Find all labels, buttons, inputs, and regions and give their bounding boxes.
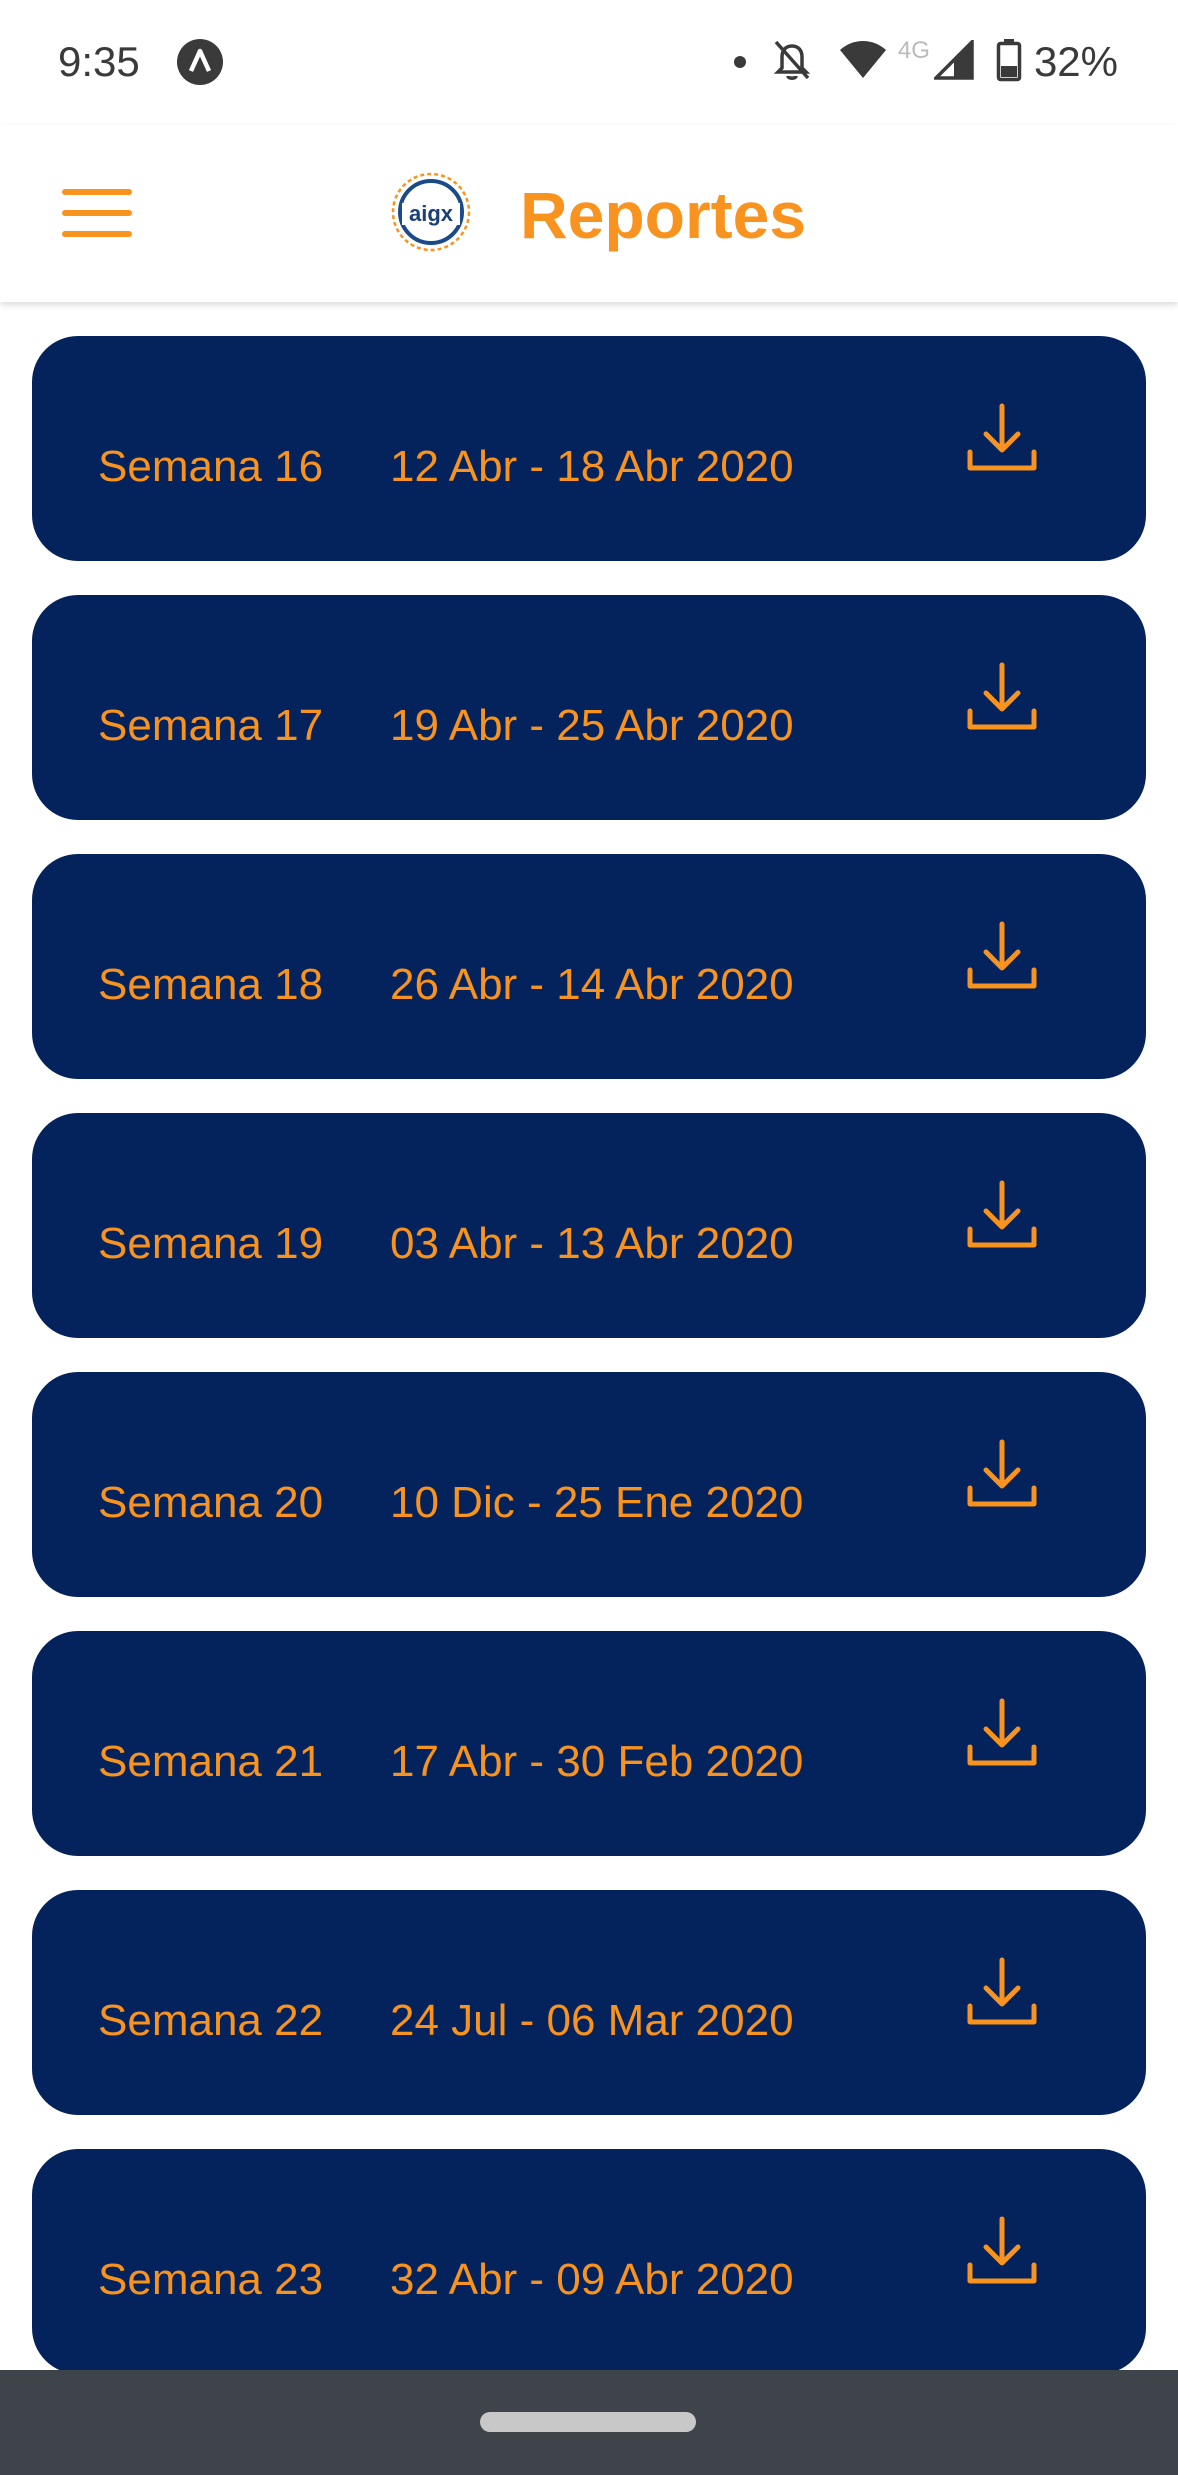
- signal-icon: [931, 37, 974, 85]
- week-date-range: 17 Abr - 30 Feb 2020: [390, 1736, 804, 1786]
- home-gesture-handle[interactable]: [480, 2412, 696, 2432]
- week-label: Semana 23: [98, 2254, 324, 2304]
- download-icon[interactable]: [964, 1438, 1040, 1514]
- download-icon[interactable]: [964, 1697, 1040, 1773]
- status-time: 9:35: [58, 38, 140, 85]
- download-icon[interactable]: [964, 1179, 1040, 1255]
- week-date-range: 10 Dic - 25 Ene 2020: [390, 1477, 804, 1527]
- report-card-week-18[interactable]: Semana 18 26 Abr - 14 Abr 2020: [32, 854, 1146, 1079]
- reports-list: Semana 16 12 Abr - 18 Abr 2020 Semana 17…: [32, 336, 1146, 2408]
- logo-text: aigx: [409, 201, 454, 226]
- week-label: Semana 20: [98, 1477, 324, 1527]
- week-date-range: 32 Abr - 09 Abr 2020: [390, 2254, 794, 2304]
- week-date-range: 26 Abr - 14 Abr 2020: [390, 959, 794, 1009]
- report-card-week-23[interactable]: Semana 23 32 Abr - 09 Abr 2020: [32, 2149, 1146, 2374]
- system-navigation-bar: [0, 2370, 1178, 2475]
- bell-off-icon: [772, 38, 812, 87]
- report-card-week-20[interactable]: Semana 20 10 Dic - 25 Ene 2020: [32, 1372, 1146, 1597]
- report-card-week-22[interactable]: Semana 22 24 Jul - 06 Mar 2020: [32, 1890, 1146, 2115]
- app-header: aigx Reportes: [0, 125, 1178, 302]
- app-notification-icon: [176, 38, 224, 86]
- aigx-logo: aigx: [386, 167, 476, 257]
- download-icon[interactable]: [964, 2215, 1040, 2291]
- week-label: Semana 22: [98, 1995, 324, 2045]
- week-label: Semana 16: [98, 441, 324, 491]
- network-type-label: 4G: [897, 37, 930, 64]
- week-label: Semana 17: [98, 700, 324, 750]
- week-label: Semana 18: [98, 959, 324, 1009]
- wifi-icon: [838, 40, 888, 85]
- download-icon[interactable]: [964, 920, 1040, 996]
- download-icon[interactable]: [964, 661, 1040, 737]
- download-icon[interactable]: [964, 1956, 1040, 2032]
- week-date-range: 03 Abr - 13 Abr 2020: [390, 1218, 794, 1268]
- week-date-range: 12 Abr - 18 Abr 2020: [390, 441, 794, 491]
- battery-percent: 32%: [1033, 38, 1118, 85]
- hamburger-menu-icon[interactable]: [62, 187, 134, 239]
- report-card-week-19[interactable]: Semana 19 03 Abr - 13 Abr 2020: [32, 1113, 1146, 1338]
- report-card-week-16[interactable]: Semana 16 12 Abr - 18 Abr 2020: [32, 336, 1146, 561]
- download-icon[interactable]: [964, 402, 1040, 478]
- page-title: Reportes: [520, 178, 807, 252]
- report-card-week-21[interactable]: Semana 21 17 Abr - 30 Feb 2020: [32, 1631, 1146, 1856]
- status-bar: 9:35 4G 32%: [0, 0, 1178, 125]
- week-date-range: 24 Jul - 06 Mar 2020: [390, 1995, 794, 2045]
- week-date-range: 19 Abr - 25 Abr 2020: [390, 700, 794, 750]
- notification-dot-icon: [733, 56, 746, 68]
- battery-icon: [996, 38, 1022, 87]
- report-card-week-17[interactable]: Semana 17 19 Abr - 25 Abr 2020: [32, 595, 1146, 820]
- week-label: Semana 19: [98, 1218, 324, 1268]
- status-icons: 4G 32%: [733, 34, 1118, 90]
- week-label: Semana 21: [98, 1736, 324, 1786]
